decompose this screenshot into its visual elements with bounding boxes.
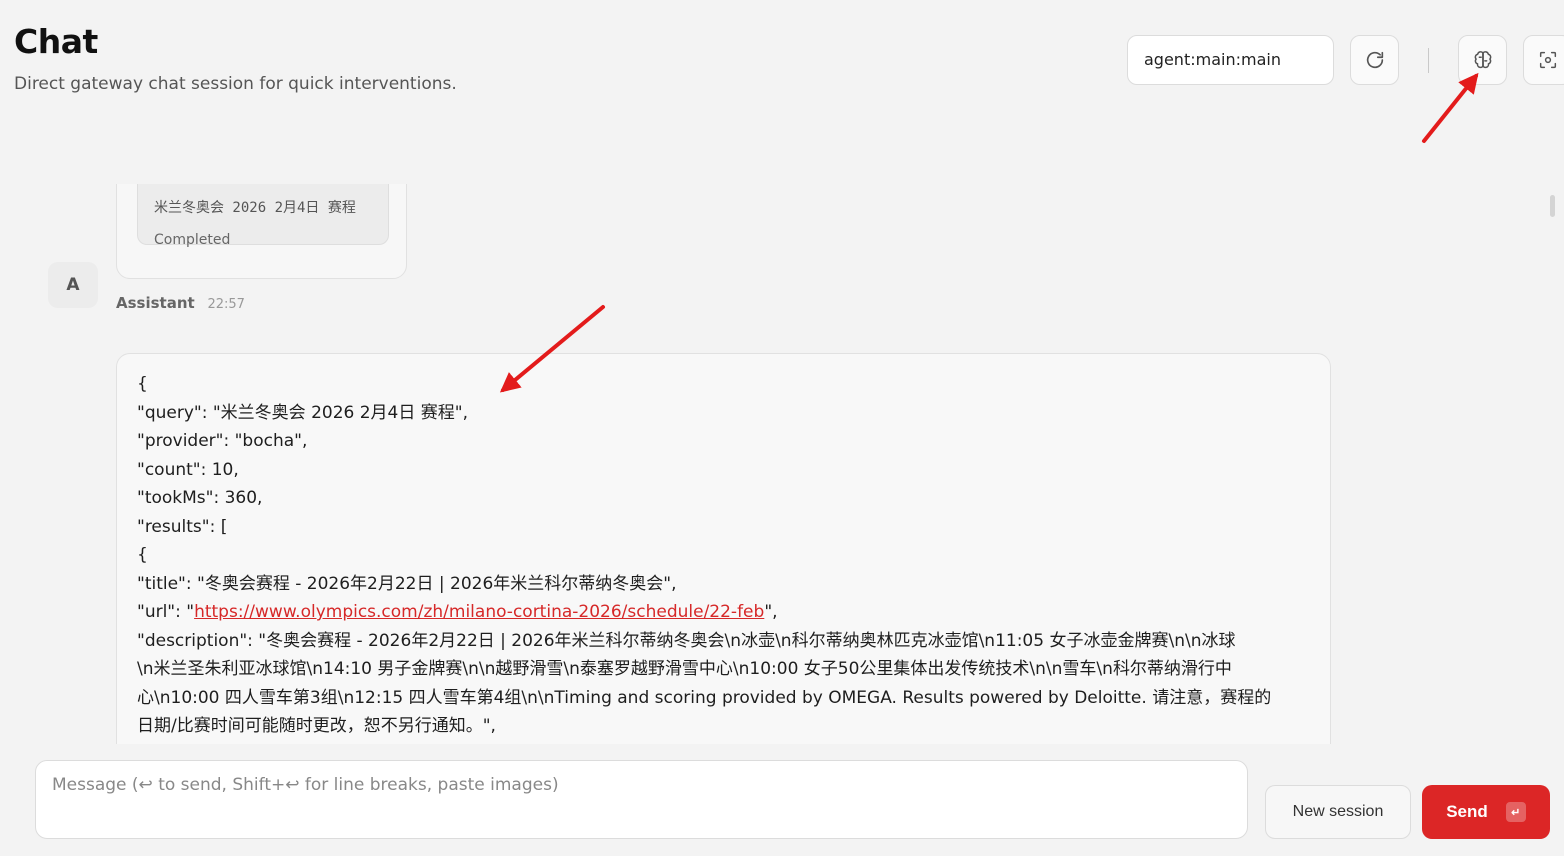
message-line: { — [137, 545, 148, 565]
tool-query-text: 米兰冬奥会 2026 2月4日 赛程 — [154, 200, 356, 216]
focus-mode-button[interactable] — [1523, 35, 1564, 85]
assistant-message-bubble: { "query": "米兰冬奥会 2026 2月4日 赛程", "provid… — [116, 353, 1331, 744]
description-line: \n米兰圣朱利亚冰球馆\n14:10 男子金牌赛\n\n越野滑雪\n泰塞罗越野滑… — [137, 659, 1232, 679]
description-line: 心\n10:00 四人雪车第3组\n12:15 四人雪车第4组\n\nTimin… — [137, 687, 1272, 708]
description-line: 日期/比赛时间可能随时更改，恕不另行通知。", — [137, 716, 496, 736]
url-line: "url": "https://www.olympics.com/zh/mila… — [137, 598, 1310, 627]
tool-call-card[interactable]: 米兰冬奥会 2026 2月4日 赛程 Completed — [116, 184, 407, 279]
message-line: "provider": "bocha", — [137, 431, 308, 451]
chat-scrollbar-thumb[interactable] — [1550, 195, 1555, 217]
message-line: "title": "冬奥会赛程 - 2026年2月22日 | 2026年米兰科尔… — [137, 573, 677, 594]
page-title: Chat — [14, 22, 98, 61]
new-session-button[interactable]: New session — [1265, 785, 1411, 839]
message-composer[interactable] — [35, 760, 1248, 839]
message-input[interactable] — [52, 775, 1231, 824]
header-divider — [1428, 48, 1429, 73]
annotation-arrow-thinking — [1422, 72, 1479, 143]
focus-icon — [1539, 51, 1556, 69]
tool-result-panel: 米兰冬奥会 2026 2月4日 赛程 Completed — [137, 184, 389, 248]
toggle-thinking-button[interactable] — [1458, 35, 1507, 85]
refresh-button[interactable] — [1350, 35, 1399, 85]
assistant-avatar: A — [48, 262, 98, 308]
brain-icon — [1474, 51, 1491, 69]
tool-status-text: Completed — [154, 232, 231, 248]
message-line: "count": 10, — [137, 459, 239, 480]
message-line: "results": [ — [137, 516, 228, 537]
enter-key-icon: ↵ — [1505, 802, 1526, 822]
session-key-select[interactable]: agent:main:main — [1127, 35, 1334, 85]
send-button[interactable]: Send ↵ — [1422, 785, 1550, 839]
url-prefix: "url": " — [137, 602, 195, 622]
message-line: { — [137, 374, 148, 394]
chat-thread[interactable]: 米兰冬奥会 2026 2月4日 赛程 Completed A Assistant… — [0, 184, 1564, 744]
result-url-link[interactable]: https://www.olympics.com/zh/milano-corti… — [194, 602, 764, 622]
description-line: "description": "冬奥会赛程 - 2026年2月22日 | 202… — [137, 630, 1236, 651]
page-subtitle: Direct gateway chat session for quick in… — [14, 74, 457, 94]
message-timestamp: 22:57 — [207, 297, 245, 312]
message-line: "query": "米兰冬奥会 2026 2月4日 赛程", — [137, 402, 468, 423]
message-sender: Assistant 22:57 — [116, 294, 245, 312]
sender-name: Assistant — [116, 294, 195, 312]
send-label: Send — [1446, 802, 1488, 821]
message-line: "tookMs": 360, — [137, 488, 263, 508]
url-suffix: ", — [764, 602, 778, 622]
chat-page: Chat Direct gateway chat session for qui… — [0, 0, 1564, 856]
refresh-icon — [1366, 51, 1383, 69]
